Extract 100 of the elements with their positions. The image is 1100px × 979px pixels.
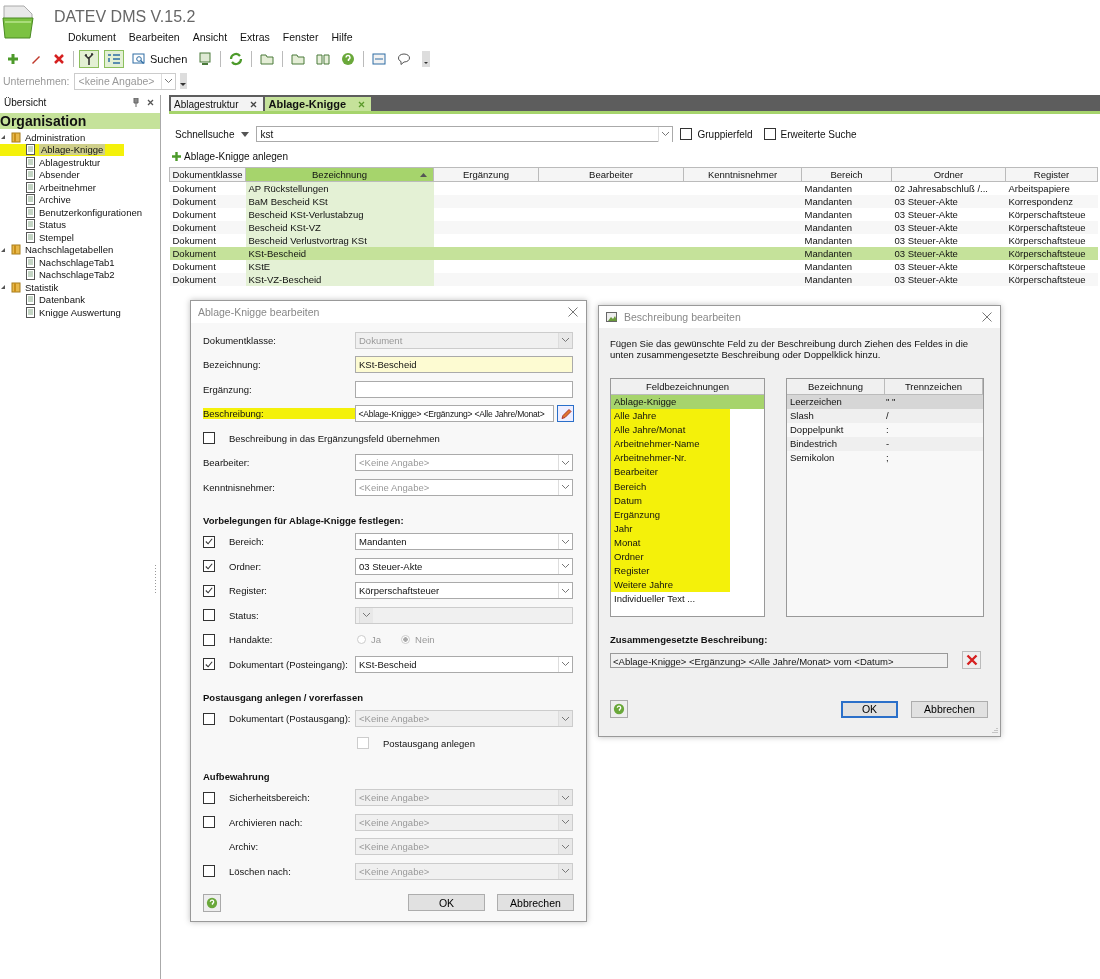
close-icon[interactable]	[568, 307, 578, 317]
panel-title: Übersicht	[4, 97, 47, 108]
text-field[interactable]: <Ablage-Knigge> <Ergänzung> <Alle Jahre/Monat> vom <Datum>	[610, 652, 948, 668]
checkbox[interactable]	[203, 535, 215, 548]
dialog-button[interactable]: OK	[408, 894, 485, 911]
text-field[interactable]	[355, 380, 573, 398]
search-button[interactable]: Suchen	[129, 50, 191, 68]
column-header[interactable]: Ordner	[891, 167, 1006, 182]
tree-item[interactable]: Ablagestruktur	[14, 156, 160, 169]
checkbox[interactable]	[203, 658, 215, 671]
column-header[interactable]: Kenntnisnehmer	[683, 167, 802, 182]
text-field[interactable]: <Ablage-Knigge> <Ergänzung> <Alle Jahre/Monat>	[354, 405, 555, 423]
field-label: Status:	[229, 609, 260, 621]
delete-button[interactable]	[962, 651, 981, 669]
resize-grip-icon[interactable]	[991, 727, 998, 734]
tab[interactable]: Ablage-Knigge	[265, 97, 372, 111]
field-label: Sicherheitsbereich:	[229, 792, 311, 804]
dropdown[interactable]: Mandanten	[355, 533, 573, 551]
tree-root-header: Organisation	[0, 113, 160, 129]
column-header[interactable]: Dokumentklasse	[169, 167, 246, 182]
table-cell: KStE	[248, 261, 271, 272]
tree-item[interactable]: Nachschlagetabellen	[0, 243, 160, 256]
tree-item[interactable]: NachschlageTab2	[14, 268, 160, 281]
tree-item[interactable]: NachschlageTab1	[14, 256, 160, 269]
menu-item[interactable]: Fenster	[282, 31, 319, 43]
menu-item[interactable]: Bearbeiten	[128, 31, 180, 43]
checkbox[interactable]	[203, 584, 215, 597]
table-cell: Mandanten	[804, 196, 853, 207]
dialog-button[interactable]: OK	[841, 700, 898, 718]
expander-icon[interactable]	[0, 246, 6, 253]
list-item[interactable]: Individueller Text ...	[611, 592, 764, 607]
column-header[interactable]: Bearbeiter	[538, 167, 684, 182]
tree-item[interactable]: Administration	[0, 131, 160, 144]
caret-icon	[179, 81, 186, 87]
expander-icon[interactable]	[0, 284, 6, 291]
menu-item[interactable]: Extras	[240, 31, 270, 43]
dropdown[interactable]: 03 Steuer-Akte	[355, 557, 573, 575]
tree-item[interactable]: Stempel	[14, 231, 160, 244]
close-icon[interactable]	[147, 99, 154, 106]
tree-item[interactable]: Arbeitnehmer	[14, 181, 160, 194]
field-label: Kenntnisnehmer:	[203, 481, 276, 493]
help-button[interactable]	[610, 700, 628, 718]
document-icon	[25, 169, 36, 181]
dropdown[interactable]: Körperschaftsteuer	[355, 582, 573, 600]
column-header[interactable]: Feldbezeichnungen	[611, 379, 764, 395]
table-cell: Mandanten	[804, 222, 853, 233]
search-label: Schnellsuche	[175, 128, 235, 140]
dialog-button[interactable]: Abbrechen	[497, 894, 574, 911]
table-cell: -	[886, 437, 890, 452]
close-icon[interactable]	[982, 312, 992, 322]
tree-item[interactable]: Ablage-Knigge	[0, 143, 124, 156]
expander-icon[interactable]	[0, 134, 6, 141]
radio-button[interactable]	[357, 635, 366, 645]
toolbar-button[interactable]	[79, 50, 99, 68]
table-cell: 03 Steuer-Akte	[894, 196, 958, 207]
tree-item[interactable]: Benutzerkonfigurationen	[14, 206, 160, 219]
menu-item[interactable]: Dokument	[68, 31, 116, 43]
column-header[interactable]: Bereich	[801, 167, 892, 182]
column-header[interactable]: Register	[1005, 167, 1098, 182]
help-button[interactable]	[203, 893, 221, 912]
tree-item[interactable]: Absender	[14, 168, 160, 181]
document-icon	[25, 206, 36, 218]
text-field[interactable]: KSt-Bescheid	[355, 356, 573, 374]
checkbox[interactable]	[203, 633, 215, 646]
column-header[interactable]: Bezeichnung	[245, 167, 434, 182]
table-cell-text: Doppelpunkt	[790, 423, 845, 438]
table-cell-text: " "	[886, 395, 896, 409]
field-label: Bearbeiter:	[203, 457, 251, 469]
tree-item[interactable]: Datenbank	[14, 293, 160, 306]
dropdown-arrow-icon[interactable]	[241, 131, 250, 137]
tree-item[interactable]: Archive	[14, 193, 160, 206]
column-header[interactable]: Trennzeichen	[885, 379, 983, 394]
checkbox[interactable]	[203, 560, 215, 573]
checkbox[interactable]	[680, 128, 693, 140]
overflow-button[interactable]	[179, 73, 187, 89]
pin-icon[interactable]	[133, 98, 139, 107]
close-icon[interactable]	[250, 100, 258, 108]
dropdown[interactable]: KSt-Bescheid	[355, 655, 573, 673]
splitter-grip-icon[interactable]	[154, 565, 157, 595]
search-field[interactable]: kst	[256, 126, 674, 142]
company-label: Unternehmen:	[3, 75, 70, 87]
tree-item[interactable]: Status	[14, 218, 160, 231]
radio-button[interactable]	[401, 635, 411, 645]
column-header[interactable]: Ergänzung	[433, 167, 539, 182]
menu-item[interactable]: Hilfe	[331, 31, 353, 43]
search-icon	[132, 52, 146, 66]
checkbox[interactable]	[763, 128, 776, 140]
create-link[interactable]: Ablage-Knigge anlegen	[172, 151, 288, 162]
tab[interactable]: Ablagestruktur	[171, 97, 264, 111]
checkbox[interactable]	[203, 432, 215, 445]
section-heading: Vorbelegungen für Ablage-Knigge festlegen:	[203, 514, 404, 526]
table-cell: ;	[886, 451, 889, 466]
menu-item[interactable]: Ansicht	[192, 31, 228, 43]
dialog-button[interactable]: Abbrechen	[911, 700, 988, 718]
tree-item[interactable]: Knigge Auswertung	[14, 306, 160, 319]
list-item[interactable]: Ablage-Knigge	[611, 395, 764, 410]
document-icon	[25, 156, 36, 168]
column-header[interactable]: Bezeichnung	[787, 379, 885, 394]
edit-button[interactable]	[557, 405, 574, 423]
tree-item[interactable]: Statistik	[0, 281, 160, 294]
